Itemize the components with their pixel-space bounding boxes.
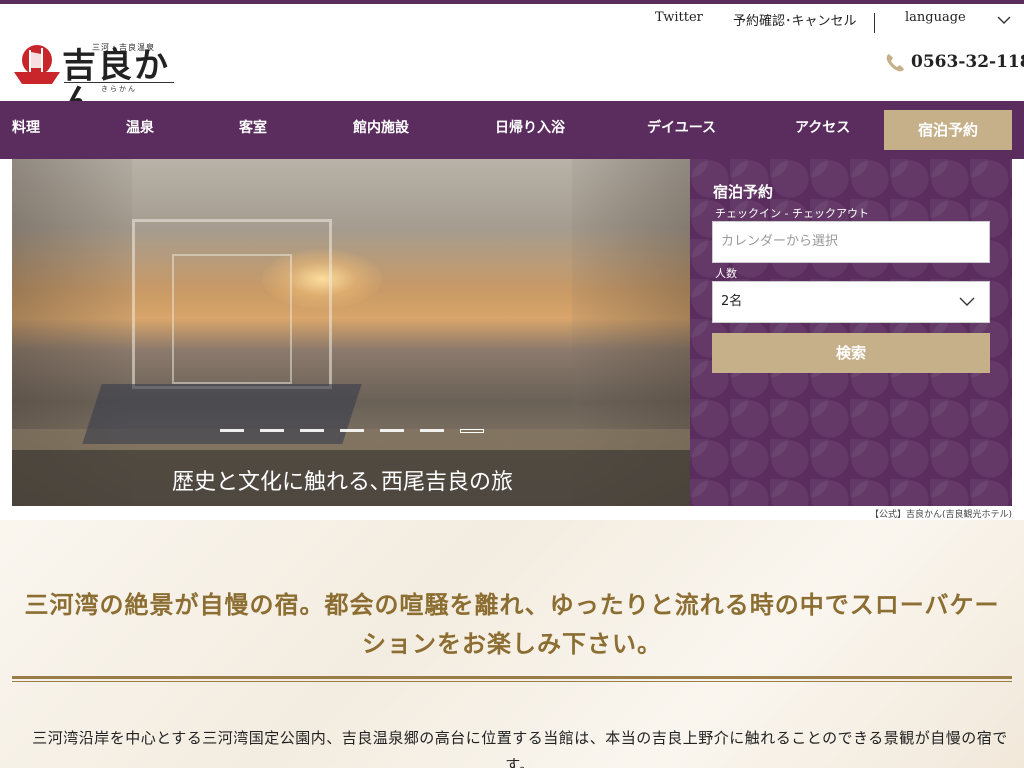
hero-window-inner xyxy=(172,254,292,384)
nav-item-access[interactable]: アクセス xyxy=(795,101,850,159)
hero-caption: 歴史と文化に触れる､西尾吉良の旅 xyxy=(172,470,514,495)
nav-item-day-use[interactable]: デイユース xyxy=(647,101,716,159)
site-credit: 【公式】吉良かん(吉良観光ホテル) xyxy=(869,510,1012,520)
slider-dot[interactable] xyxy=(420,429,444,432)
slider-dot[interactable] xyxy=(300,429,324,432)
booking-panel: 宿泊予約 チェックイン - チェックアウト 人数 2名 検索 xyxy=(690,159,1012,506)
divider-thin xyxy=(12,681,1012,682)
booking-title: 宿泊予約 xyxy=(713,183,774,201)
hero-caption-bar: 歴史と文化に触れる､西尾吉良の旅 xyxy=(12,450,690,506)
nav-item-day-bath[interactable]: 日帰り入浴 xyxy=(495,101,565,159)
chevron-down-icon[interactable] xyxy=(997,15,1011,25)
slider-dot[interactable] xyxy=(380,429,404,432)
slider-dot[interactable] xyxy=(460,429,484,433)
date-field[interactable] xyxy=(712,221,990,263)
nav-item-facilities[interactable]: 館内施設 xyxy=(353,101,409,159)
date-label: チェックイン - チェックアウト xyxy=(715,207,869,220)
intro-body: 三河湾沿岸を中心とする三河湾国定公園内、吉良温泉郷の高台に位置する当館は、本当の… xyxy=(32,729,1008,768)
intro-headline: 三河湾の絶景が自慢の宿。都会の喧騒を離れ、ゆったりと流れる時の中でスローバケーシ… xyxy=(24,591,1000,658)
nav-item-cuisine[interactable]: 料理 xyxy=(12,101,40,159)
main-nav: 料理 温泉 客室 館内施設 日帰り入浴 デイユース アクセス 宿泊予約 xyxy=(0,101,1024,159)
phone-number[interactable]: 0563-32-1181 xyxy=(911,52,1024,72)
slider-dot[interactable] xyxy=(260,429,284,432)
hero-slider[interactable]: 歴史と文化に触れる､西尾吉良の旅 xyxy=(12,159,690,506)
hero-table xyxy=(82,384,362,444)
ship-logo-icon xyxy=(14,45,60,84)
phone-icon xyxy=(886,54,904,72)
nav-item-rooms[interactable]: 客室 xyxy=(239,101,267,159)
reservation-check-link[interactable]: 予約確認･キャンセル xyxy=(733,10,857,29)
intro-section: 三河湾の絶景が自慢の宿。都会の喧騒を離れ、ゆったりと流れる時の中でスローバケーシ… xyxy=(0,520,1024,768)
site-logo[interactable]: 三河・吉良温泉 吉良かん きらかん xyxy=(12,40,176,120)
slider-dot[interactable] xyxy=(340,429,364,432)
guests-value: 2名 xyxy=(721,294,743,309)
divider-thick xyxy=(12,676,1012,679)
twitter-link[interactable]: Twitter xyxy=(655,10,703,25)
date-input[interactable] xyxy=(721,222,981,261)
guests-label: 人数 xyxy=(715,267,737,280)
site-header: 三河・吉良温泉 吉良かん きらかん Twitter 予約確認･キャンセル lan… xyxy=(0,4,1024,120)
nav-item-onsen[interactable]: 温泉 xyxy=(126,101,154,159)
header-divider xyxy=(874,13,875,33)
search-button[interactable]: 検索 xyxy=(712,333,990,373)
nav-booking-button[interactable]: 宿泊予約 xyxy=(884,110,1012,150)
chevron-down-icon xyxy=(959,297,975,306)
guests-select[interactable]: 2名 xyxy=(712,281,990,323)
slider-dot[interactable] xyxy=(220,429,244,432)
logo-kana: きらかん xyxy=(64,82,174,94)
language-selector[interactable]: language xyxy=(905,10,966,25)
